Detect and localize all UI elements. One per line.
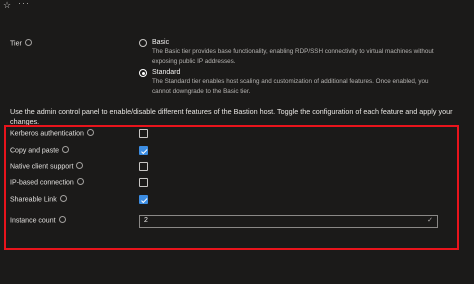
feature-ip-based-text: IP-based connection xyxy=(10,179,74,187)
star-icon[interactable]: ☆ xyxy=(3,0,11,11)
check-icon: ✓ xyxy=(427,217,433,224)
radio-standard-description: The Standard tier enables host scaling a… xyxy=(152,78,429,95)
feature-ip-based-label: IP-based connection xyxy=(10,178,84,187)
toolbar: ☆ ··· xyxy=(0,0,474,14)
feature-native-client-label: Native client support xyxy=(10,162,84,171)
highlight-box xyxy=(4,125,459,250)
feature-ip-based-checkbox[interactable] xyxy=(139,178,148,187)
feature-kerberos-checkbox[interactable] xyxy=(139,129,148,138)
feature-copy-paste-label: Copy and paste xyxy=(10,146,70,155)
instance-count-value: 2 xyxy=(144,217,148,224)
radio-standard[interactable] xyxy=(139,69,147,77)
info-icon[interactable] xyxy=(24,39,32,46)
info-icon[interactable] xyxy=(62,146,70,153)
feature-shareable-link-text: Shareable Link xyxy=(10,196,57,204)
radio-standard-title: Standard xyxy=(152,69,181,76)
radio-basic[interactable] xyxy=(139,39,147,47)
feature-kerberos-text: Kerberos authentication xyxy=(10,130,84,138)
feature-native-client-checkbox[interactable] xyxy=(139,162,148,171)
feature-shareable-link-checkbox[interactable] xyxy=(139,195,148,204)
feature-shareable-link-label: Shareable Link xyxy=(10,195,67,204)
info-icon[interactable] xyxy=(76,162,84,169)
more-options-icon[interactable]: ··· xyxy=(18,0,30,8)
bastion-configuration-page: ☆ ··· Tier Basic The Basic tier provides… xyxy=(0,0,474,284)
tier-label-text: Tier xyxy=(10,40,22,48)
info-icon[interactable] xyxy=(76,178,84,185)
instance-count-input[interactable]: 2 ✓ xyxy=(139,215,438,228)
info-icon[interactable] xyxy=(86,129,94,136)
feature-copy-paste-text: Copy and paste xyxy=(10,147,60,155)
feature-kerberos-label: Kerberos authentication xyxy=(10,129,94,138)
instructions-text: Use the admin control panel to enable/di… xyxy=(10,107,453,126)
feature-native-client-text: Native client support xyxy=(10,163,74,171)
radio-basic-description: The Basic tier provides base functionali… xyxy=(152,48,434,65)
instance-count-label: Instance count xyxy=(10,216,66,225)
radio-basic-title: Basic xyxy=(152,39,170,46)
instance-count-text: Instance count xyxy=(10,217,56,225)
info-icon[interactable] xyxy=(59,195,67,202)
tier-label: Tier xyxy=(10,39,32,48)
feature-copy-paste-checkbox[interactable] xyxy=(139,146,148,155)
info-icon[interactable] xyxy=(58,216,66,223)
